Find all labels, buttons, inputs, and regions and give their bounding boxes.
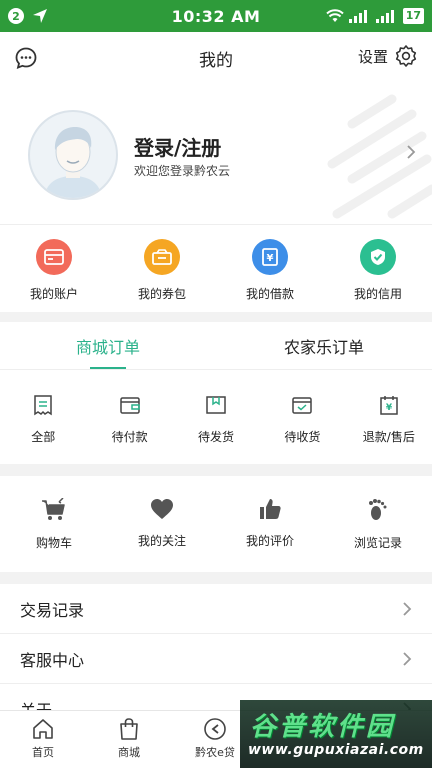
tab-mall-orders[interactable]: 商城订单 (0, 322, 216, 369)
browse-history-button[interactable]: 浏览记录 (324, 476, 432, 572)
settings-label: 设置 (357, 47, 388, 66)
user-avatar-icon (44, 127, 102, 198)
login-register-link[interactable]: 登录/注册 (134, 132, 221, 161)
notification-badge: 2 (8, 8, 24, 24)
welcome-text: 欢迎您登录黔农云 (134, 164, 231, 178)
my-loans-button[interactable]: ¥ 我的借款 (216, 225, 324, 312)
watermark-text: 谷普软件园 (250, 712, 396, 742)
order-status-label: 待发货 (198, 430, 235, 444)
menu-item-transactions[interactable]: 交易记录 (0, 584, 432, 634)
tab-farm-stay-orders[interactable]: 农家乐订单 (216, 322, 432, 369)
settings-button[interactable]: 设置 (358, 44, 418, 68)
order-pending-shipment-button[interactable]: 待发货 (173, 370, 259, 464)
my-account-button[interactable]: 我的账户 (0, 225, 108, 312)
watermark-overlay: 谷普软件园 www.gupuxiazai.com (240, 700, 432, 768)
signal-icon (348, 10, 367, 23)
order-tabs: 商城订单 农家乐订单 (0, 322, 432, 370)
quick-link-label: 我的账户 (29, 287, 78, 301)
svg-text:¥: ¥ (386, 403, 393, 413)
cart-icon (42, 498, 65, 520)
nav-label: 黔农e贷 (195, 746, 235, 759)
page-title: 我的 (199, 50, 233, 71)
battery-indicator: 17 (402, 8, 424, 24)
nav-label: 首页 (32, 746, 54, 759)
quick-link-label: 我的借款 (245, 287, 294, 301)
quick-link-label: 我的券包 (137, 287, 186, 301)
receipt-icon (34, 395, 52, 416)
watermark-url: www.gupuxiazai.com (248, 742, 424, 758)
my-credit-button[interactable]: 我的信用 (324, 225, 432, 312)
location-arrow-icon (33, 9, 47, 23)
order-refund-button[interactable]: ¥ 退款/售后 (346, 370, 432, 464)
wallet-outline-icon (119, 397, 140, 414)
order-status-label: 全部 (31, 430, 56, 444)
order-all-button[interactable]: 全部 (0, 370, 86, 464)
page-header: 我的 设置 (0, 32, 432, 84)
chevron-right-icon (403, 601, 412, 616)
menu-item-label: 客服中心 (20, 650, 85, 670)
heart-icon (151, 499, 173, 519)
avatar[interactable] (28, 110, 118, 200)
nav-mall[interactable]: 商城 (86, 711, 172, 768)
shopping-cart-button[interactable]: 购物车 (0, 476, 108, 572)
my-reviews-button[interactable]: 我的评价 (216, 476, 324, 572)
wifi-icon (325, 9, 344, 22)
my-coupons-button[interactable]: 我的券包 (108, 225, 216, 312)
gear-icon (395, 45, 417, 67)
footprint-icon (369, 499, 387, 520)
order-pending-receipt-button[interactable]: 待收货 (259, 370, 345, 464)
profile-card[interactable]: 登录/注册 欢迎您登录黔农云 (0, 84, 432, 224)
chevron-right-icon[interactable] (406, 144, 416, 160)
message-icon[interactable] (14, 46, 38, 70)
quick-link-label: 我的信用 (353, 287, 402, 301)
tool-label: 我的关注 (137, 534, 186, 548)
loan-icon: ¥ (252, 239, 288, 275)
wallet-icon (36, 239, 72, 275)
tool-label: 浏览记录 (353, 536, 402, 550)
delivery-icon (292, 397, 313, 414)
thumbs-up-icon (260, 499, 281, 519)
order-status-label: 待收货 (284, 430, 321, 444)
svg-text:¥: ¥ (267, 253, 274, 264)
signal-icon-2 (375, 10, 394, 23)
nav-label: 商城 (118, 746, 140, 759)
credit-shield-icon (360, 239, 396, 275)
order-status-label: 待付款 (111, 430, 148, 444)
tools-section: 购物车 我的关注 我的评价 浏览记录 (0, 476, 432, 572)
orders-section: 商城订单 农家乐订单 全部 待付款 待发货 待收货 ¥ 退款/售后 (0, 322, 432, 464)
my-follows-button[interactable]: 我的关注 (108, 476, 216, 572)
shopping-bag-icon (120, 718, 138, 740)
refund-icon: ¥ (380, 396, 398, 415)
order-status-label: 退款/售后 (362, 430, 415, 444)
tool-label: 我的评价 (245, 534, 294, 548)
chevron-right-icon (403, 651, 412, 666)
menu-item-customer-service[interactable]: 客服中心 (0, 634, 432, 684)
status-bar: 2 10:32 AM 17 (0, 0, 432, 32)
coupon-bag-icon (144, 239, 180, 275)
nav-home[interactable]: 首页 (0, 711, 86, 768)
quick-links: 我的账户 我的券包 ¥ 我的借款 我的信用 (0, 224, 432, 312)
menu-item-label: 交易记录 (20, 600, 85, 620)
tool-label: 购物车 (35, 536, 72, 550)
order-pending-payment-button[interactable]: 待付款 (86, 370, 172, 464)
home-icon (33, 719, 53, 739)
loan-logo-icon (204, 718, 226, 740)
package-icon (206, 396, 226, 414)
